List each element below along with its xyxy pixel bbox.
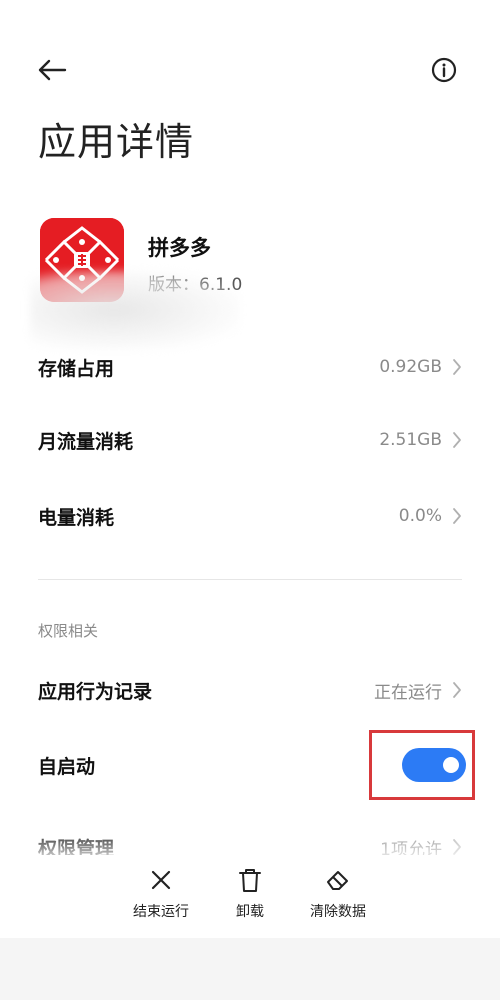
- app-behavior-label: 应用行为记录: [38, 680, 153, 703]
- trash-icon: [235, 865, 265, 895]
- data-usage-label: 月流量消耗: [38, 430, 134, 453]
- page-title: 应用详情: [38, 120, 195, 164]
- permissions-section-label: 权限相关: [38, 622, 99, 640]
- app-behavior-row[interactable]: 应用行为记录 正在运行: [38, 660, 464, 720]
- chevron-right-icon: [450, 506, 464, 526]
- app-version: 版本：6.1.0: [148, 275, 243, 295]
- toggle-knob: [443, 757, 459, 773]
- section-divider: [38, 579, 462, 580]
- autostart-row: 自启动: [38, 735, 466, 795]
- clear-data-label: 清除数据: [310, 904, 366, 920]
- battery-usage-label: 电量消耗: [38, 506, 115, 529]
- battery-usage-row[interactable]: 电量消耗 0.0%: [38, 486, 464, 546]
- app-name: 拼多多: [148, 236, 211, 260]
- chevron-right-icon: [450, 357, 464, 377]
- uninstall-button[interactable]: 卸载: [205, 865, 295, 927]
- storage-label: 存储占用: [38, 357, 115, 380]
- chevron-right-icon: [450, 837, 464, 857]
- eraser-icon: [323, 865, 353, 895]
- arrow-left-icon: [37, 59, 67, 85]
- close-x-icon: [146, 865, 176, 895]
- permission-manage-row[interactable]: 权限管理 1项允许: [38, 820, 464, 860]
- battery-usage-value: 0.0%: [398, 506, 442, 526]
- back-button[interactable]: [30, 52, 74, 92]
- app-details-page: 应用详情 拼多多 版本：6.1.0 存储占用 0.92GB 月流量消耗 2.51…: [0, 0, 500, 1000]
- autostart-label: 自启动: [38, 755, 96, 778]
- system-navigation-bar: [0, 938, 500, 1000]
- force-stop-button[interactable]: 结束运行: [116, 865, 206, 927]
- clear-data-button[interactable]: 清除数据: [293, 865, 383, 927]
- force-stop-label: 结束运行: [133, 904, 189, 920]
- app-header: 拼多多 版本：6.1.0: [40, 218, 460, 308]
- chevron-right-icon: [450, 430, 464, 450]
- chevron-right-icon: [450, 680, 464, 700]
- top-bar: [0, 0, 500, 110]
- app-behavior-value: 正在运行: [374, 682, 442, 703]
- bottom-action-bar: 结束运行 卸载 清除数据: [0, 855, 500, 930]
- info-button[interactable]: [424, 52, 464, 92]
- pinduoduo-app-icon: [40, 218, 124, 302]
- storage-row[interactable]: 存储占用 0.92GB: [38, 337, 464, 397]
- info-circle-icon: [431, 57, 457, 87]
- autostart-toggle[interactable]: [402, 748, 466, 782]
- data-usage-row[interactable]: 月流量消耗 2.51GB: [38, 410, 464, 470]
- storage-value: 0.92GB: [379, 357, 442, 377]
- data-usage-value: 2.51GB: [379, 430, 442, 450]
- uninstall-label: 卸载: [236, 904, 264, 920]
